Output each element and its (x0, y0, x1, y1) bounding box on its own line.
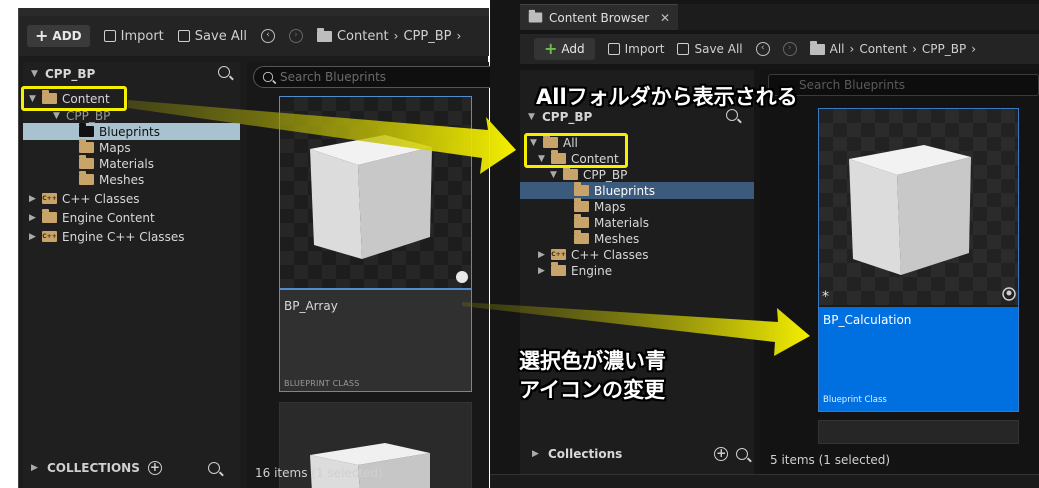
highlight-box-all (524, 133, 628, 168)
arrow-to-all-folder (128, 100, 516, 174)
annotation-icon-change: アイコンの変更 (519, 378, 665, 402)
annotation-arrows (128, 100, 810, 356)
comparison-screenshot: { "left": { "toolbar": { "add": "ADD", "… (0, 0, 1039, 488)
annotation-selection-color: 選択色が濃い青 (519, 349, 666, 373)
highlight-box-content (21, 86, 127, 111)
annotation-all-folder: Allフォルダから表示される (536, 85, 798, 109)
